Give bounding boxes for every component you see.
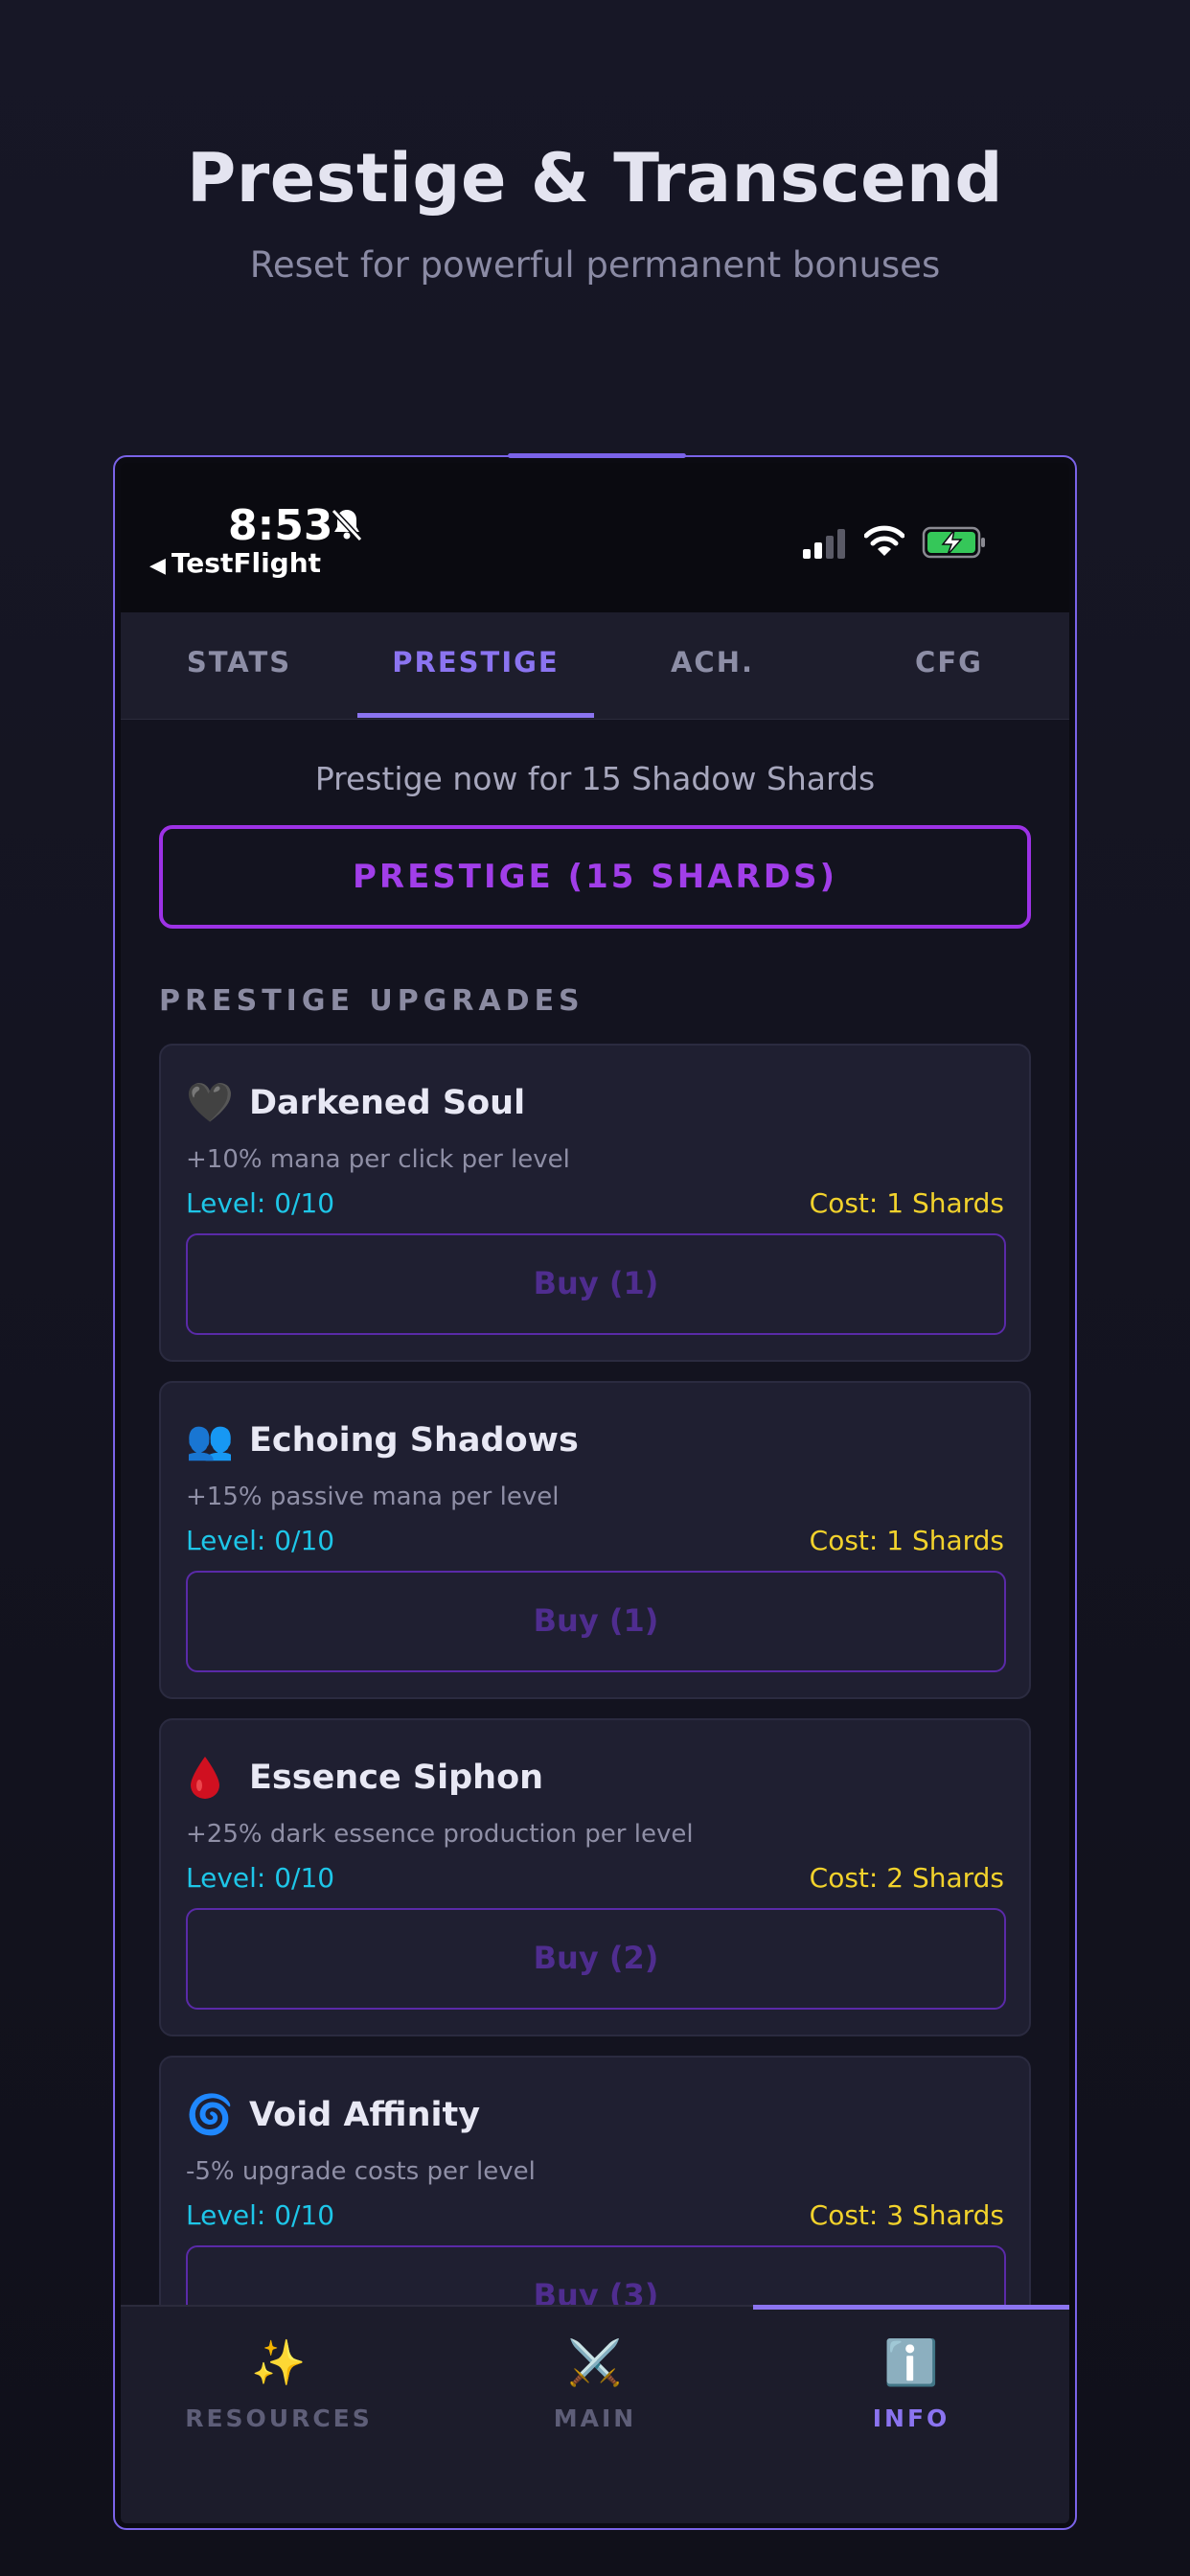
status-time: 8:53	[228, 501, 333, 550]
black-heart-icon: 🖤	[186, 1081, 234, 1125]
prestige-button[interactable]: PRESTIGE (15 SHARDS)	[159, 825, 1031, 929]
buy-button[interactable]: Buy (1)	[186, 1233, 1006, 1335]
upgrade-cost: Cost: 1 Shards	[809, 1187, 1004, 1219]
upgrade-level: Level: 0/10	[186, 1525, 335, 1556]
upgrade-card-echoing-shadows: 👥 Echoing Shadows +15% passive mana per …	[159, 1381, 1031, 1699]
upgrade-level: Level: 0/10	[186, 1187, 335, 1219]
status-bar: 8:53 ◀ TestFlight	[121, 463, 1069, 612]
crossed-swords-icon: ⚔️	[567, 2336, 623, 2388]
upgrade-title: Darkened Soul	[249, 1084, 526, 1122]
upgrade-title: Void Affinity	[249, 2096, 481, 2134]
signal-icon	[803, 529, 845, 559]
upgrade-description: +15% passive mana per level	[186, 1483, 560, 1511]
upgrade-card-darkened-soul: 🖤 Darkened Soul +10% mana per click per …	[159, 1044, 1031, 1362]
device-notch	[508, 453, 686, 458]
prestige-info-text: Prestige now for 15 Shadow Shards	[314, 760, 876, 797]
page-title: Prestige & Transcend	[186, 139, 1004, 218]
page-subtitle: Reset for powerful permanent bonuses	[249, 244, 941, 286]
tab-achievements[interactable]: ACH.	[594, 612, 831, 718]
upgrade-description: +10% mana per click per level	[186, 1145, 570, 1174]
upgrade-description: -5% upgrade costs per level	[186, 2157, 536, 2186]
upgrade-cost: Cost: 3 Shards	[809, 2199, 1004, 2231]
tab-stats[interactable]: STATS	[121, 612, 357, 718]
top-tab-bar: STATS PRESTIGE ACH. CFG	[121, 612, 1069, 720]
info-icon: ℹ️	[883, 2336, 939, 2388]
back-arrow-icon: ◀	[149, 554, 166, 578]
busts-icon: 👥	[186, 1418, 234, 1462]
upgrade-cost: Cost: 2 Shards	[809, 1862, 1004, 1894]
back-link-label: TestFlight	[171, 547, 322, 579]
nav-resources[interactable]: ✨ RESOURCES	[121, 2307, 437, 2523]
upgrade-title: Essence Siphon	[249, 1759, 544, 1797]
device-frame: 8:53 ◀ TestFlight STATS PRESTIGE ACH. CF…	[113, 453, 1077, 2530]
buy-button[interactable]: Buy (1)	[186, 1571, 1006, 1672]
wifi-icon	[864, 525, 904, 556]
nav-info[interactable]: ℹ️ INFO	[753, 2305, 1069, 2523]
section-heading-upgrades: PRESTIGE UPGRADES	[159, 984, 584, 1018]
blood-drop-icon	[186, 1755, 232, 1801]
upgrade-level: Level: 0/10	[186, 2199, 335, 2231]
sparkles-icon: ✨	[251, 2336, 307, 2388]
nav-main[interactable]: ⚔️ MAIN	[437, 2307, 753, 2523]
back-to-testflight-link[interactable]: ◀ TestFlight	[149, 547, 321, 579]
upgrade-title: Echoing Shadows	[249, 1421, 579, 1460]
upgrade-cost: Cost: 1 Shards	[809, 1525, 1004, 1556]
bell-slash-icon	[331, 508, 363, 542]
tab-config[interactable]: CFG	[831, 612, 1067, 718]
bottom-nav-bar: ✨ RESOURCES ⚔️ MAIN ℹ️ INFO	[121, 2305, 1069, 2523]
blood-drop-shape	[191, 1757, 219, 1799]
upgrade-card-essence-siphon: Essence Siphon +25% dark essence product…	[159, 1718, 1031, 2036]
cyclone-icon: 🌀	[186, 2093, 234, 2137]
nav-label: MAIN	[553, 2404, 637, 2432]
battery-charging-icon	[922, 526, 985, 559]
upgrade-description: +25% dark essence production per level	[186, 1820, 694, 1849]
app-screen: 8:53 ◀ TestFlight STATS PRESTIGE ACH. CF…	[121, 463, 1069, 2523]
upgrade-level: Level: 0/10	[186, 1862, 335, 1894]
nav-label: INFO	[872, 2404, 950, 2432]
tab-prestige[interactable]: PRESTIGE	[357, 612, 594, 718]
buy-button[interactable]: Buy (2)	[186, 1908, 1006, 2010]
nav-label: RESOURCES	[185, 2404, 373, 2432]
